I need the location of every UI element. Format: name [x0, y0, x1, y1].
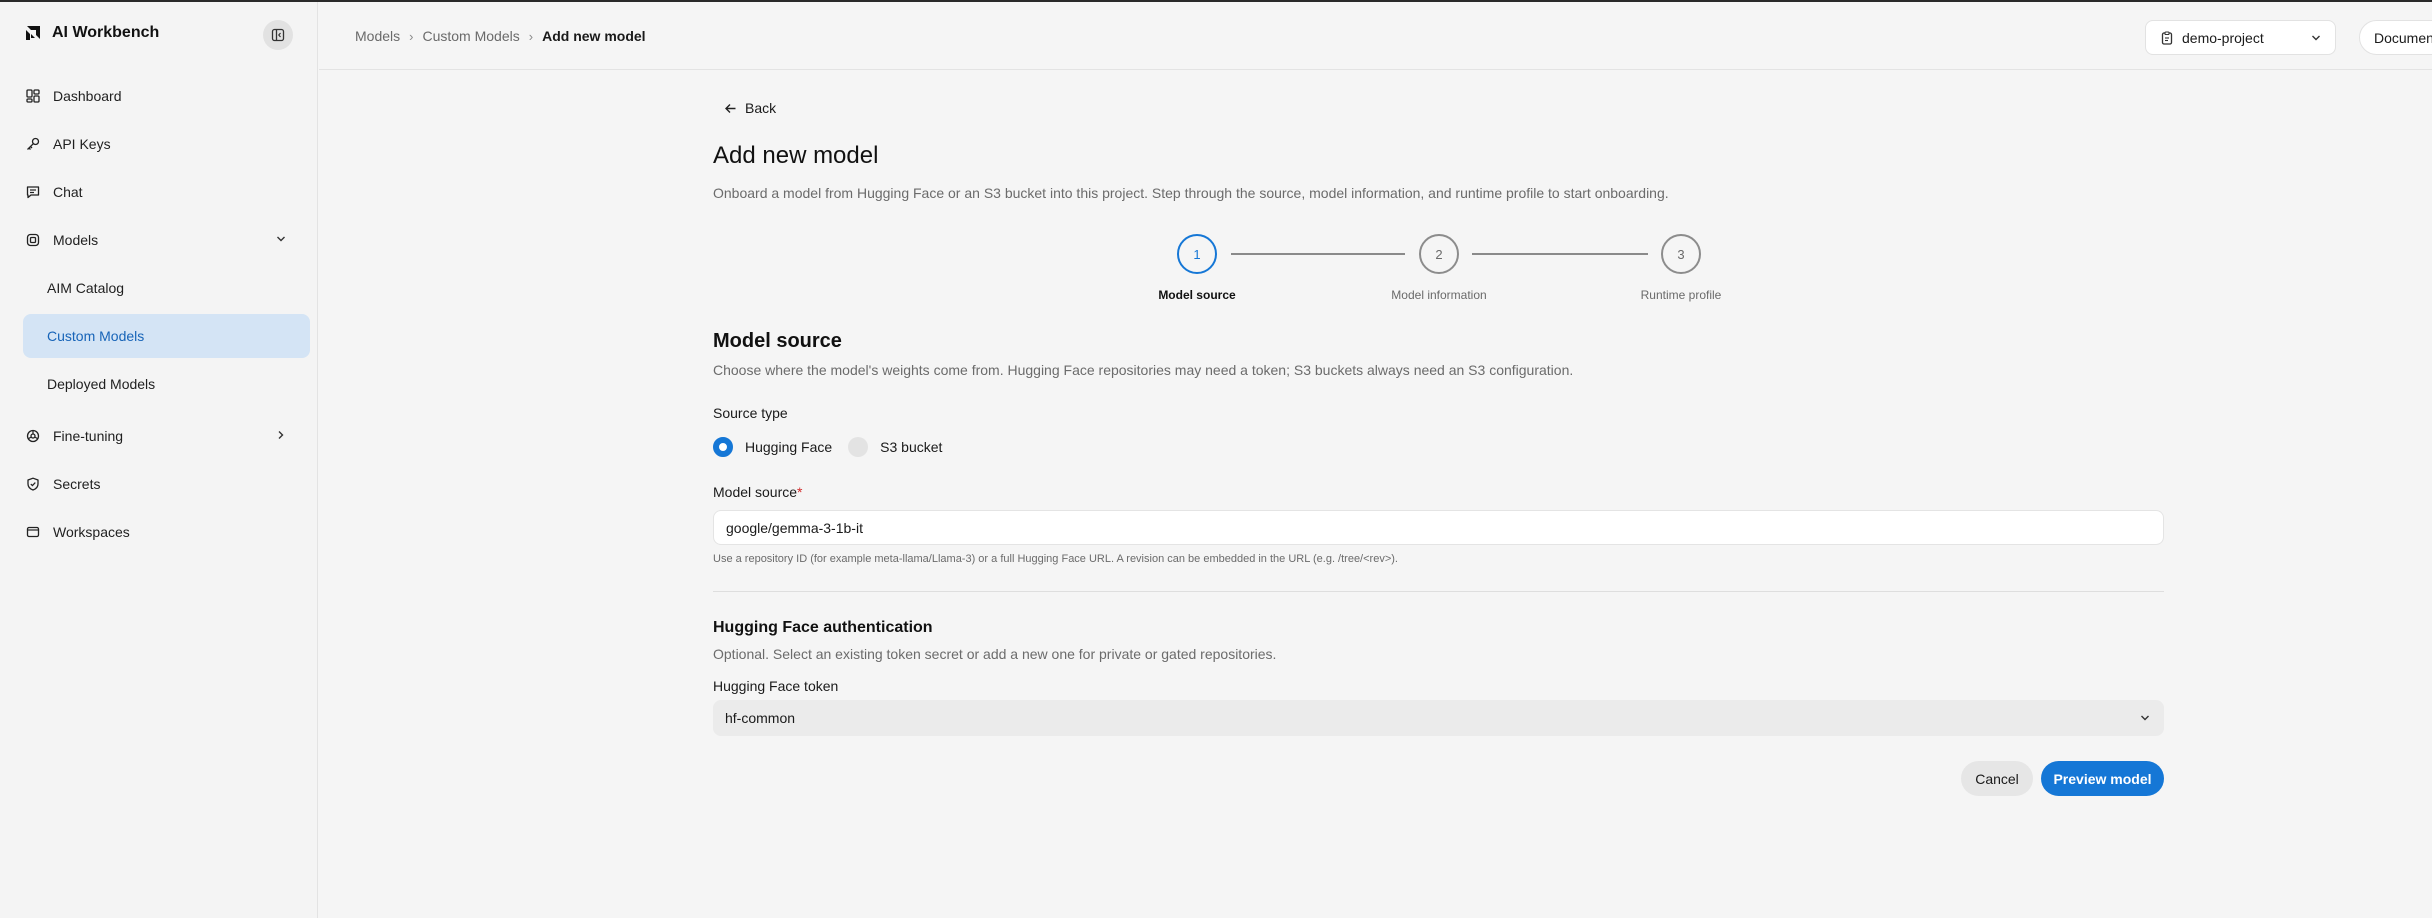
sidebar-item-label: Models	[53, 232, 99, 248]
radio-hugging-face[interactable]: Hugging Face	[713, 437, 832, 457]
app-logo-icon	[26, 26, 40, 40]
radio-unselected-indicator[interactable]	[848, 437, 869, 457]
fine-tuning-icon	[25, 428, 41, 444]
source-type-label: Source type	[713, 405, 788, 421]
model-source-label-text: Model source	[713, 484, 798, 500]
sidebar-item-custom-models[interactable]: Custom Models	[23, 314, 310, 358]
model-source-input[interactable]	[713, 510, 2164, 545]
hf-token-label: Hugging Face token	[713, 678, 839, 694]
chat-icon	[25, 184, 41, 200]
breadcrumb-models[interactable]: Models	[355, 28, 400, 44]
key-icon	[25, 136, 41, 152]
hf-token-select[interactable]: hf-common	[713, 700, 2164, 736]
chevron-down-icon	[2141, 715, 2149, 721]
chevron-right-icon: ›	[528, 28, 534, 44]
page-title: Add new model	[713, 142, 879, 169]
sidebar-item-label: Fine-tuning	[53, 428, 124, 444]
back-label: Back	[745, 100, 777, 116]
sidebar-item-label: AIM Catalog	[47, 280, 125, 296]
chevron-down-icon	[277, 236, 285, 242]
sidebar-item-label: Custom Models	[47, 328, 145, 344]
project-name: demo-project	[2182, 29, 2264, 46]
dashboard-icon	[25, 88, 41, 104]
step-3-indicator[interactable]: 3	[1661, 234, 1701, 274]
step-2-label: Model information	[1391, 288, 1487, 302]
radio-s3-bucket[interactable]: S3 bucket	[848, 437, 942, 457]
chevron-right-icon: ›	[409, 28, 414, 44]
sidebar-item-deployed-models[interactable]: Deployed Models	[23, 362, 310, 406]
model-source-field-label: Model source*	[713, 484, 803, 500]
sidebar-item-chat[interactable]: Chat	[23, 170, 310, 214]
chevron-right-icon	[278, 431, 284, 439]
documentation-button[interactable]: Documentation	[2359, 20, 2432, 55]
sidebar: AI Workbench Dashboard API Keys Chat Mod…	[0, 2, 318, 918]
sidebar-item-api-keys[interactable]: API Keys	[23, 122, 310, 166]
sidebar-item-fine-tuning[interactable]: Fine-tuning	[23, 414, 310, 458]
model-source-help-text: Use a repository ID (for example meta-ll…	[713, 553, 1398, 565]
models-icon	[25, 232, 41, 248]
section-title-hf-auth: Hugging Face authentication	[713, 619, 933, 636]
breadcrumb-custom-models[interactable]: Custom Models	[422, 28, 519, 44]
back-link[interactable]: Back	[724, 100, 776, 116]
hf-auth-description: Optional. Select an existing token secre…	[713, 646, 1277, 662]
sidebar-toggle-icon	[271, 28, 285, 42]
sidebar-item-secrets[interactable]: Secrets	[23, 462, 310, 506]
page-description: Onboard a model from Hugging Face or an …	[713, 185, 1669, 201]
sidebar-item-label: Secrets	[53, 476, 101, 492]
step-1-label: Model source	[1158, 288, 1236, 302]
brand[interactable]: AI Workbench	[24, 24, 159, 42]
radio-label: S3 bucket	[880, 439, 943, 455]
step-2-indicator[interactable]: 2	[1419, 234, 1459, 274]
sidebar-item-workspaces[interactable]: Workspaces	[23, 510, 310, 554]
radio-selected-indicator[interactable]	[713, 437, 733, 457]
shield-icon	[25, 476, 41, 492]
clipboard-icon	[2161, 30, 2173, 45]
step-connector	[1472, 253, 1648, 255]
sidebar-item-dashboard[interactable]: Dashboard	[23, 74, 310, 118]
cancel-button[interactable]: Cancel	[1961, 761, 2033, 796]
section-description: Choose where the model's weights come fr…	[713, 362, 1574, 378]
collapse-sidebar-button[interactable]	[263, 20, 293, 50]
step-3-label: Runtime profile	[1640, 288, 1722, 302]
required-asterisk: *	[797, 484, 803, 500]
hf-token-selected-value: hf-common	[725, 710, 796, 726]
sidebar-item-aim-catalog[interactable]: AIM Catalog	[23, 266, 310, 310]
breadcrumb: Models › Custom Models › Add new model	[355, 28, 646, 44]
sidebar-item-models[interactable]: Models	[23, 218, 310, 262]
source-type-radio-group: Hugging Face S3 bucket	[713, 437, 958, 457]
preview-model-button[interactable]: Preview model	[2041, 761, 2164, 796]
step-connector	[1231, 253, 1405, 255]
section-title-model-source: Model source	[713, 330, 842, 352]
project-selector[interactable]: demo-project	[2145, 20, 2336, 55]
chevron-down-icon	[2312, 35, 2320, 41]
workspace-icon	[25, 524, 41, 540]
section-divider	[713, 591, 2164, 592]
step-1-indicator[interactable]: 1	[1177, 234, 1217, 274]
sidebar-item-label: Chat	[53, 184, 83, 200]
arrow-left-icon	[725, 103, 736, 113]
breadcrumb-current: Add new model	[542, 28, 646, 44]
top-header: Models › Custom Models › Add new model d…	[319, 2, 2432, 70]
sidebar-item-label: Workspaces	[53, 524, 130, 540]
sidebar-item-label: Deployed Models	[47, 376, 156, 392]
sidebar-item-label: Dashboard	[53, 88, 122, 104]
app-name: AI Workbench	[52, 24, 160, 41]
radio-label: Hugging Face	[745, 439, 833, 455]
sidebar-item-label: API Keys	[53, 136, 111, 152]
